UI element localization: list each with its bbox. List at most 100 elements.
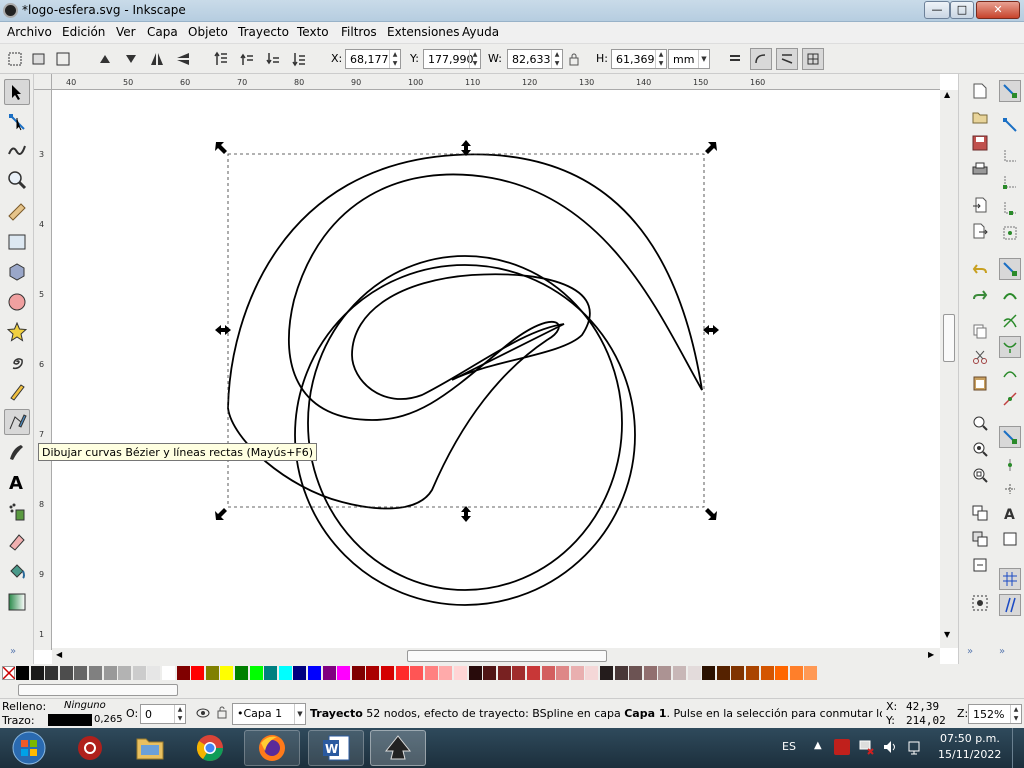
lower-to-bottom-icon[interactable] (288, 48, 310, 70)
firefox-icon[interactable] (244, 730, 300, 766)
duplicate-icon[interactable] (969, 502, 991, 524)
show-hidden-icons-icon[interactable]: ▲ (814, 740, 822, 751)
y-spin-arrows[interactable]: ▲ ▼ (469, 50, 480, 68)
horizontal-scroll-thumb[interactable] (407, 650, 607, 662)
select-all-layers-icon[interactable] (28, 48, 50, 70)
spray-tool-icon[interactable] (4, 499, 30, 525)
measure-tool-icon[interactable] (4, 199, 30, 225)
calligraphy-tool-icon[interactable] (4, 439, 30, 465)
color-swatch[interactable] (673, 666, 686, 680)
new-document-icon[interactable] (969, 80, 991, 102)
stroke-width-value[interactable]: 0,265 (94, 714, 123, 725)
resize-handle-ne[interactable] (705, 142, 717, 154)
color-swatch[interactable] (16, 666, 29, 680)
color-swatch[interactable] (337, 666, 351, 680)
color-swatch[interactable] (541, 666, 555, 680)
close-button[interactable]: ✕ (976, 1, 1020, 19)
color-swatch[interactable] (264, 666, 278, 680)
snap-bbox-edges-icon[interactable] (999, 144, 1021, 166)
color-swatch[interactable] (483, 666, 497, 680)
snap-midpoints-icon[interactable] (999, 388, 1021, 410)
x-spin-arrows[interactable]: ▲ ▼ (389, 50, 400, 68)
move-gradients-icon[interactable] (776, 48, 798, 70)
color-swatch[interactable] (249, 666, 263, 680)
color-swatch[interactable] (789, 666, 803, 680)
color-swatch[interactable] (527, 666, 540, 680)
snap-bbox-icon[interactable] (999, 114, 1021, 136)
snap-page-border-icon[interactable] (999, 528, 1021, 550)
snap-enable-icon[interactable] (999, 80, 1021, 102)
color-swatch[interactable] (278, 666, 292, 680)
color-swatch[interactable] (322, 666, 336, 680)
color-swatch[interactable] (556, 666, 570, 680)
x-field[interactable]: 68,177 ▲ ▼ (345, 49, 401, 69)
ellipse-tool-icon[interactable] (4, 289, 30, 315)
save-icon[interactable] (969, 132, 991, 154)
export-icon[interactable] (969, 220, 991, 242)
volume-icon[interactable] (882, 739, 898, 758)
lock-icon[interactable] (565, 48, 583, 70)
color-swatch[interactable] (74, 666, 88, 680)
snap-rotation-centers-icon[interactable] (999, 478, 1021, 500)
color-swatch[interactable] (687, 666, 701, 680)
menu-ayuda[interactable]: Ayuda (462, 25, 499, 39)
paste-icon[interactable] (969, 372, 991, 394)
menu-extensiones[interactable]: Extensiones (387, 25, 460, 39)
color-swatch[interactable] (570, 666, 584, 680)
select-all-icon[interactable] (4, 48, 26, 70)
palette-scroll-thumb[interactable] (18, 684, 178, 696)
show-desktop-button[interactable] (1012, 728, 1024, 768)
vertical-scroll-thumb[interactable] (943, 314, 955, 362)
drawing-canvas[interactable] (52, 90, 940, 648)
zoom-selection-icon[interactable] (969, 412, 991, 434)
chrome-icon[interactable] (182, 730, 238, 766)
snap-nodes-icon[interactable] (999, 258, 1021, 280)
zoom-page-icon[interactable] (969, 464, 991, 486)
menu-filtros[interactable]: Filtros (341, 25, 377, 39)
color-swatch[interactable] (702, 666, 716, 680)
minimize-button[interactable]: — (924, 1, 950, 19)
color-swatch[interactable] (410, 666, 424, 680)
import-icon[interactable] (969, 194, 991, 216)
w-spin-arrows[interactable]: ▲ ▼ (551, 50, 562, 68)
snap-bbox-corners-icon[interactable] (999, 170, 1021, 192)
color-swatch[interactable] (162, 666, 175, 680)
unlink-clone-icon[interactable] (969, 554, 991, 576)
snap-smooth-nodes-icon[interactable] (999, 362, 1021, 384)
snap-bbox-centers-icon[interactable] (999, 222, 1021, 244)
scroll-right-icon[interactable]: ▶ (928, 650, 934, 659)
menu-capa[interactable]: Capa (147, 25, 178, 39)
raise-icon[interactable] (236, 48, 258, 70)
rectangle-tool-icon[interactable] (4, 229, 30, 255)
color-swatch[interactable] (366, 666, 380, 680)
resize-handle-s[interactable] (461, 506, 471, 522)
menu-edicion[interactable]: Edición (62, 25, 105, 39)
color-swatch[interactable] (512, 666, 526, 680)
snap-paths-icon[interactable] (999, 284, 1021, 306)
snap-object-centers-icon[interactable] (999, 454, 1021, 476)
layer-lock-icon[interactable] (216, 705, 228, 722)
antivirus-app-icon[interactable] (62, 730, 118, 766)
scale-corners-icon[interactable] (750, 48, 772, 70)
resize-handle-nw[interactable] (215, 142, 227, 154)
no-paint-swatch[interactable] (2, 666, 15, 680)
color-swatch[interactable] (103, 666, 117, 680)
lower-icon[interactable] (262, 48, 284, 70)
chevron-down-icon[interactable]: ▼ (294, 704, 305, 724)
h-spin-arrows[interactable]: ▲ ▼ (655, 50, 666, 68)
gradient-tool-icon[interactable] (4, 589, 30, 615)
menu-ver[interactable]: Ver (116, 25, 136, 39)
menu-objeto[interactable]: Objeto (188, 25, 228, 39)
vertical-scrollbar[interactable]: ▲ ▼ (940, 90, 958, 648)
scroll-down-icon[interactable]: ▼ (944, 630, 950, 639)
color-swatch[interactable] (585, 666, 599, 680)
inner-swoosh-path[interactable] (351, 273, 591, 400)
layer-select[interactable]: •Capa 1 ▼ (232, 703, 306, 725)
color-swatch[interactable] (746, 666, 759, 680)
commands-expand-icon[interactable]: » (967, 646, 973, 657)
color-swatch[interactable] (45, 666, 59, 680)
color-swatch[interactable] (147, 666, 161, 680)
layer-visibility-icon[interactable] (196, 707, 210, 722)
scale-stroke-icon[interactable] (724, 48, 746, 70)
resize-handle-sw[interactable] (215, 508, 227, 520)
